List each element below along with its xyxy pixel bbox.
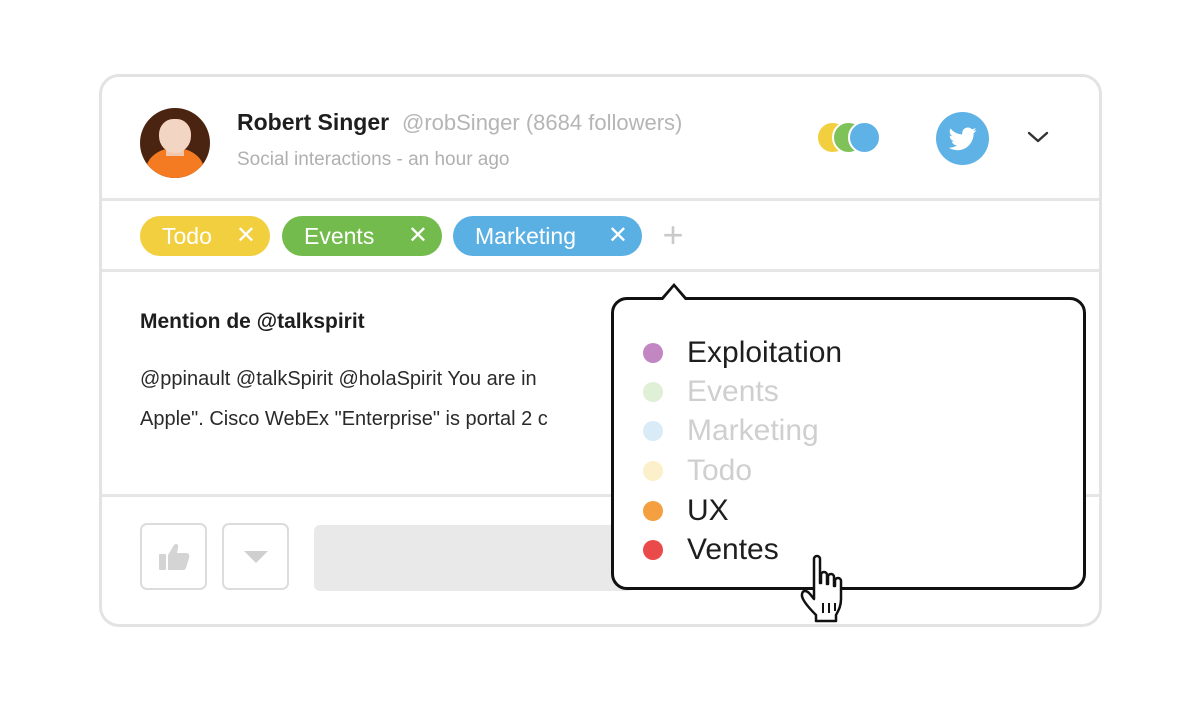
like-button[interactable] xyxy=(140,523,207,590)
tag-option-label: Ventes xyxy=(687,533,779,566)
post-title: Mention de @talkspirit xyxy=(140,310,365,333)
remove-tag-icon[interactable]: ✕ xyxy=(236,216,256,256)
tag-option-label: Events xyxy=(687,375,779,408)
tag-option-label: Exploitation xyxy=(687,336,843,369)
reply-input[interactable] xyxy=(314,525,634,591)
tag-color-dot xyxy=(643,501,663,521)
tag-events[interactable]: Events ✕ xyxy=(282,216,442,256)
tag-color-dot xyxy=(643,421,663,441)
post-header: Robert Singer @robSinger (8684 followers… xyxy=(102,77,1099,201)
add-tag-button[interactable]: + xyxy=(658,217,688,253)
avatar-face xyxy=(159,119,191,153)
author-handle: @robSinger (8684 followers) xyxy=(402,110,683,135)
assignee-circle-blue xyxy=(848,121,881,154)
chevron-down-icon xyxy=(1027,131,1049,143)
tag-option-events: Events xyxy=(643,374,779,410)
twitter-bird-icon xyxy=(948,126,977,150)
more-options-button[interactable] xyxy=(222,523,289,590)
tag-option-ventes[interactable]: Ventes xyxy=(643,532,779,568)
caret-down-icon xyxy=(243,550,268,563)
tag-color-dot xyxy=(643,382,663,402)
tag-option-exploitation[interactable]: Exploitation xyxy=(643,335,842,371)
tag-todo[interactable]: Todo ✕ xyxy=(140,216,270,256)
assignee-circles[interactable] xyxy=(816,121,886,155)
tag-bar: Todo ✕ Events ✕ Marketing ✕ + xyxy=(102,201,1099,272)
tag-option-label: Todo xyxy=(687,454,753,487)
post-body-line: @ppinault @talkSpirit @holaSpirit You ar… xyxy=(140,368,537,390)
tag-menu: Exploitation Events Marketing Todo UX Ve… xyxy=(611,297,1086,590)
tag-label: Marketing xyxy=(475,223,576,249)
thumbs-up-icon xyxy=(158,543,189,570)
author-name[interactable]: Robert Singer xyxy=(237,109,389,136)
tag-color-dot xyxy=(643,461,663,481)
tag-color-dot xyxy=(643,343,663,363)
post-meta: Social interactions - an hour ago xyxy=(237,149,510,170)
avatar[interactable] xyxy=(140,108,210,178)
remove-tag-icon[interactable]: ✕ xyxy=(608,216,628,256)
tag-menu-pointer-fill xyxy=(663,287,685,300)
tag-option-todo: Todo xyxy=(643,453,752,489)
tag-color-dot xyxy=(643,540,663,560)
remove-tag-icon[interactable]: ✕ xyxy=(408,216,428,256)
tag-option-marketing: Marketing xyxy=(643,413,819,449)
expand-post-button[interactable] xyxy=(1024,125,1052,149)
twitter-button[interactable] xyxy=(936,112,989,165)
post-body-line: Apple". Cisco WebEx "Enterprise" is port… xyxy=(140,408,548,430)
tag-option-label: UX xyxy=(687,494,729,527)
tag-label: Todo xyxy=(162,223,212,249)
tag-marketing[interactable]: Marketing ✕ xyxy=(453,216,642,256)
tag-option-ux[interactable]: UX xyxy=(643,493,729,529)
hand-pointer-icon xyxy=(800,554,843,623)
tag-option-label: Marketing xyxy=(687,414,819,447)
tag-label: Events xyxy=(304,223,375,249)
